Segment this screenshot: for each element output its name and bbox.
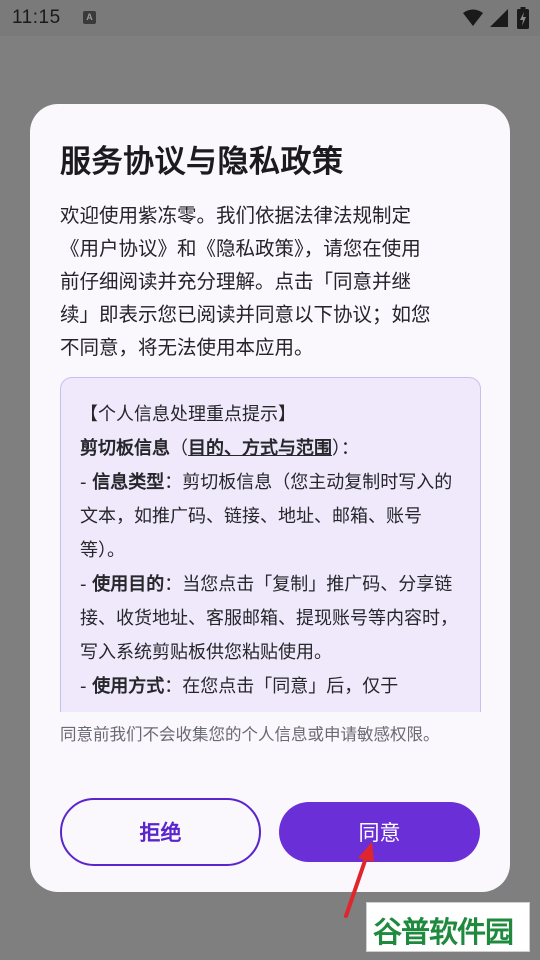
signal-icon [490,9,508,27]
label-colon: ： [164,676,183,697]
site-watermark-logo: 谷普软件园 [366,902,530,952]
usage-method-text: 在您点击「同意」后，仅于 [182,676,399,697]
info-scroll-area[interactable]: 【个人信息处理重点提示】 剪切板信息（目的、方式与范围）： - 信息类型：剪切板… [60,377,481,712]
purpose-scope-link[interactable]: 目的、方式与范围 [188,438,332,459]
info-type-item: - 信息类型：剪切板信息（您主动复制时写入的文本，如推广码、链接、地址、邮箱、账… [80,466,464,568]
intro-line: 续」即表示您已阅读并同意以下协议；如您 [60,303,431,326]
info-type-label: 信息类型 [92,472,165,493]
paren-open: （ [170,438,188,459]
intro-line: 不同意，将无法使用本应用。 [60,336,314,359]
intro-line: 《用户协议》和《隐私政策》，请您在使用 [60,237,421,260]
label-colon: ： [164,472,183,493]
label-colon: ： [164,574,183,595]
usage-purpose-item: - 使用目的：当您点击「复制」推广码、分享链接、收货地址、客服邮箱、提现账号等内… [80,568,464,670]
bullet-dash: - [80,574,93,595]
usage-method-item: - 使用方式：在您点击「同意」后，仅于 [80,670,464,704]
wifi-icon [463,9,483,26]
status-time: 11:15 [12,7,61,28]
notice-heading: 【个人信息处理重点提示】 [80,404,296,425]
reject-button[interactable]: 拒绝 [60,798,261,866]
watermark-text: 谷普软件园 [373,915,514,949]
status-bar: 11:15 A [0,0,540,36]
intro-line: 欢迎使用紫冻零。我们依据法律法规制定 [60,204,412,227]
bullet-dash: - [80,676,93,697]
bullet-dash: - [80,472,93,493]
notification-a-icon: A [83,11,96,24]
clipboard-section-heading: 剪切板信息（目的、方式与范围）： [80,432,464,466]
personal-info-notice-box: 【个人信息处理重点提示】 剪切板信息（目的、方式与范围）： - 信息类型：剪切板… [60,377,481,712]
intro-line: 前仔细阅读并充分理解。点击「同意并继 [60,270,412,293]
dialog-title: 服务协议与隐私政策 [60,144,344,180]
usage-method-label: 使用方式 [92,676,165,697]
consent-footer-note: 同意前我们不会收集您的个人信息或申请敏感权限。 [60,725,440,744]
battery-charging-icon [517,7,529,29]
clipboard-label: 剪切板信息 [80,438,170,459]
usage-purpose-label: 使用目的 [92,574,165,595]
privacy-policy-dialog: 服务协议与隐私政策 欢迎使用紫冻零。我们依据法律法规制定 《用户协议》和《隐私政… [30,104,510,892]
paren-close: ）： [332,438,359,459]
intro-text: 欢迎使用紫冻零。我们依据法律法规制定 《用户协议》和《隐私政策》，请您在使用 前… [60,199,480,364]
